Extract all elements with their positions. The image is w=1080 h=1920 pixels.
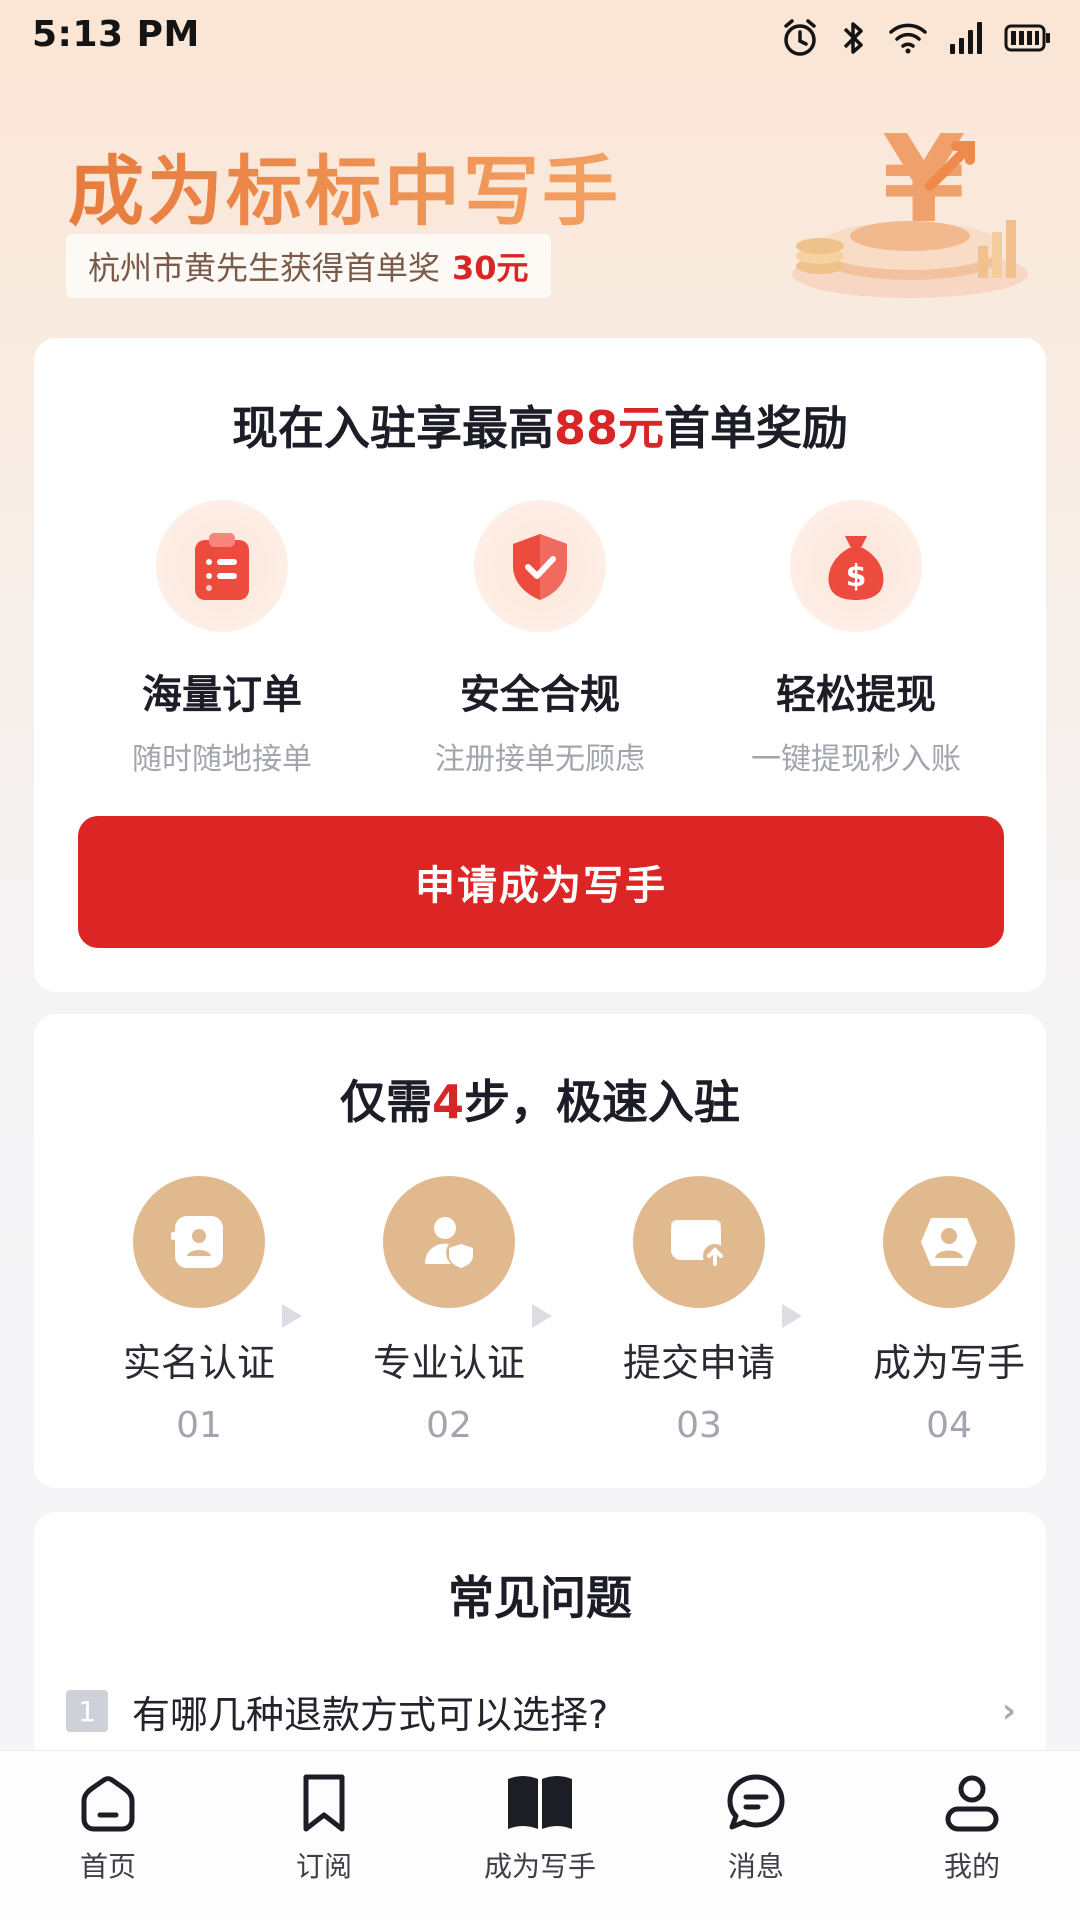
steps-heading-highlight: 4 <box>431 1075 464 1129</box>
tab-mine[interactable]: 我的 <box>892 1771 1052 1885</box>
benefit-title: 海量订单 <box>142 672 302 718</box>
status-icons <box>780 14 1052 62</box>
steps-card: 仅需4步，极速入驻 实名认证 01 专业认证 02 提交申请 03 成为写手 0… <box>34 1014 1046 1488</box>
tab-label: 我的 <box>943 1850 1000 1883</box>
user-icon <box>945 1775 999 1832</box>
alarm-icon <box>784 19 816 56</box>
benefit-safety: 安全合规 注册接单无顾虑 <box>390 500 690 778</box>
benefit-icon-bg <box>474 500 606 632</box>
benefit-title: 安全合规 <box>460 672 620 718</box>
benefit-icon-bg <box>156 500 288 632</box>
benefit-desc: 注册接单无顾虑 <box>435 742 645 777</box>
bottom-tab-bar: 首页 订阅 成为写手 消息 我的 <box>0 1750 1080 1920</box>
battery-icon <box>1004 24 1050 52</box>
step-arrow-icon <box>782 1304 802 1328</box>
step-icon-bg <box>883 1176 1015 1308</box>
tab-home[interactable]: 首页 <box>28 1771 188 1885</box>
hero-title: 成为标标中写手 <box>68 130 621 240</box>
benefits-heading: 现在入驻享最高88元首单奖励 <box>34 392 1046 458</box>
steps-heading: 仅需4步，极速入驻 <box>34 1066 1046 1132</box>
tab-subscribe[interactable]: 订阅 <box>244 1771 404 1885</box>
money-bag-icon: $ <box>828 536 884 600</box>
step-label: 成为写手 <box>872 1341 1025 1385</box>
step-item: 成为写手 04 <box>844 1176 1054 1446</box>
faq-heading: 常见问题 <box>448 1571 632 1625</box>
benefit-desc: 一键提现秒入账 <box>751 742 961 777</box>
step-item: 实名认证 01 <box>94 1176 304 1446</box>
steps-heading-pre: 仅需 <box>339 1075 432 1129</box>
bookmark-icon <box>303 1774 345 1832</box>
faq-item[interactable]: 1 有哪几种退款方式可以选择? › <box>66 1676 1016 1746</box>
yuan-coin-illustration: ¥ <box>792 111 1028 298</box>
step-item: 提交申请 03 <box>594 1176 804 1446</box>
benefit-orders: 海量订单 随时随地接单 <box>72 500 372 778</box>
id-card-icon <box>171 1216 223 1268</box>
step-number: 04 <box>926 1405 972 1446</box>
bluetooth-icon <box>843 22 863 54</box>
apply-writer-button[interactable]: 申请成为写手 <box>78 816 1004 948</box>
hero-subtitle-text: 杭州市黄先生获得首单奖 <box>88 249 441 287</box>
steps-heading-post: 步，极速入驻 <box>464 1075 740 1129</box>
step-icon-bg <box>133 1176 265 1308</box>
tab-label: 订阅 <box>295 1850 352 1883</box>
clipboard-list-icon <box>195 533 249 600</box>
step-number: 02 <box>426 1405 472 1446</box>
faq-question: 有哪几种退款方式可以选择? <box>132 1692 609 1737</box>
benefit-desc: 随时随地接单 <box>132 742 312 777</box>
benefit-icon-bg: $ <box>790 500 922 632</box>
svg-text:¥: ¥ <box>882 111 966 250</box>
step-label: 提交申请 <box>622 1341 775 1385</box>
svg-text:$: $ <box>846 559 867 594</box>
benefits-card: 现在入驻享最高88元首单奖励 海量订单 随时随地接单 安全合规 注册接单无顾虑 … <box>34 338 1046 992</box>
book-icon <box>508 1776 572 1829</box>
benefits-heading-post: 首单奖励 <box>664 401 848 455</box>
home-icon <box>81 1776 135 1832</box>
step-item: 专业认证 02 <box>344 1176 554 1446</box>
step-icon-bg <box>633 1176 765 1308</box>
hero-subtitle: 杭州市黄先生获得首单奖 30元 <box>66 234 551 298</box>
benefit-withdraw: $ 轻松提现 一键提现秒入账 <box>706 500 1006 778</box>
hero-subtitle-amount: 30元 <box>452 249 529 287</box>
shield-check-icon <box>513 534 567 600</box>
tab-messages[interactable]: 消息 <box>676 1771 836 1885</box>
step-arrow-icon <box>532 1304 552 1328</box>
status-time: 5:13 PM <box>32 14 200 55</box>
step-label: 实名认证 <box>122 1341 275 1385</box>
benefits-heading-highlight: 88元 <box>553 401 664 455</box>
wifi-icon <box>889 23 927 54</box>
tab-label: 首页 <box>79 1850 136 1883</box>
chevron-right-icon: › <box>1001 1691 1016 1731</box>
tab-become-writer[interactable]: 成为写手 <box>460 1771 620 1885</box>
status-bar: 5:13 PM <box>0 0 1080 76</box>
user-verify-icon <box>425 1217 473 1268</box>
tab-label: 成为写手 <box>483 1850 596 1883</box>
step-icon-bg <box>383 1176 515 1308</box>
faq-number: 1 <box>66 1690 108 1732</box>
benefit-title: 轻松提现 <box>776 672 936 718</box>
message-icon <box>727 1774 785 1830</box>
signal-icon <box>950 22 982 54</box>
step-arrow-icon <box>282 1304 302 1328</box>
benefits-heading-pre: 现在入驻享最高 <box>231 401 554 455</box>
tab-label: 消息 <box>727 1850 784 1883</box>
submit-upload-icon <box>671 1220 727 1268</box>
step-label: 专业认证 <box>372 1341 525 1385</box>
step-number: 01 <box>176 1405 222 1446</box>
step-number: 03 <box>676 1405 722 1446</box>
writer-avatar-icon <box>921 1218 977 1266</box>
